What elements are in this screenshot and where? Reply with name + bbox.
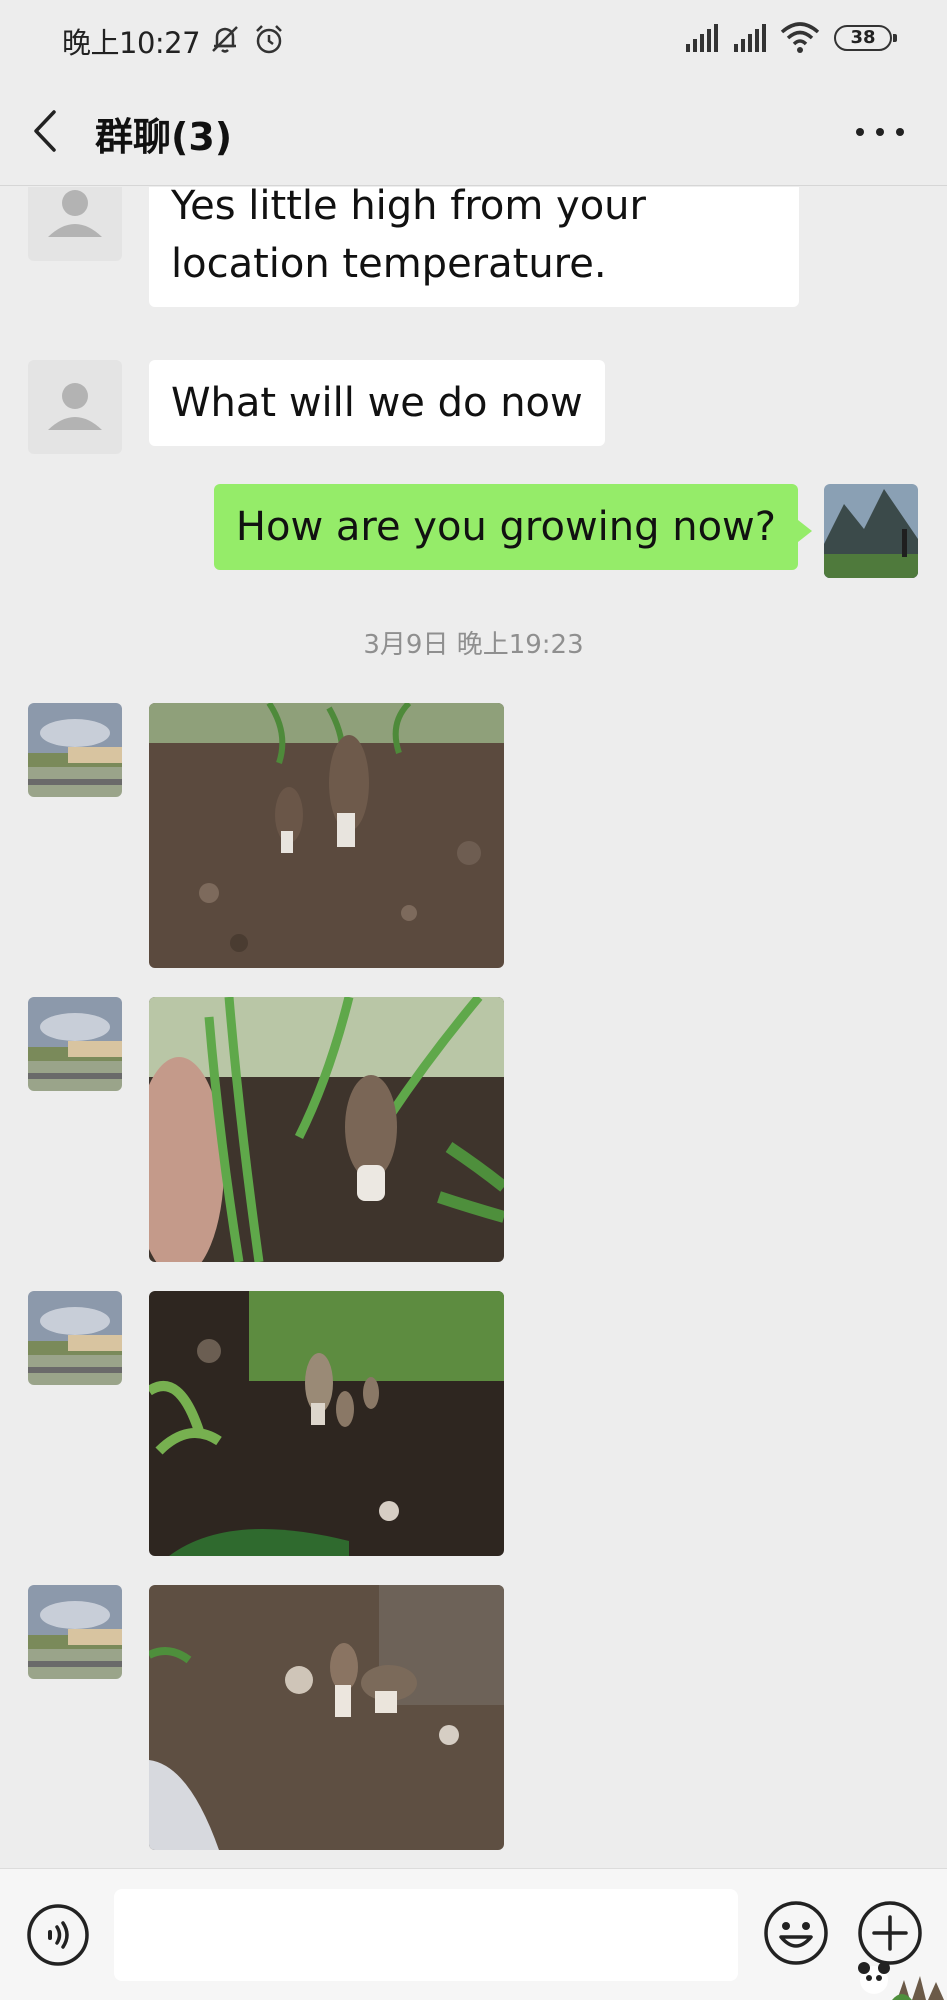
person-icon [48,190,102,237]
message-bubble-outgoing[interactable]: How are you growing now? [213,484,813,570]
message-list[interactable]: Yes little high from your location tempe… [0,187,947,1867]
message-text: What will we do now [171,380,583,426]
mushroom-photo [149,703,504,968]
message-bubble[interactable]: Yes little high from your location tempe… [149,187,799,307]
chat-title: 群聊(3) [95,115,233,159]
message-text: Yes little high from your location tempe… [171,187,646,287]
mushroom-photo [149,997,504,1262]
alarm-icon [256,25,282,54]
message-input[interactable] [114,1889,738,1981]
mute-notification-icon [212,26,238,53]
chat-header: 群聊(3) [0,78,947,186]
landscape-avatar-image [28,703,122,797]
signal-icon [686,24,718,52]
battery-icon: 38 [834,25,897,51]
mushroom-photo [149,1291,504,1556]
plus-icon[interactable] [856,1899,924,1967]
voice-icon[interactable] [26,1903,90,1967]
photo-message[interactable] [149,703,504,968]
avatar[interactable] [28,187,122,261]
photo-message[interactable] [149,1585,504,1850]
message-text: How are you growing now? [235,504,776,550]
photo-message[interactable] [149,997,504,1262]
input-bar [0,1868,947,2000]
landscape-avatar-image [824,484,918,578]
my-avatar[interactable] [824,484,918,578]
timestamp: 3月9日 晚上19:23 [363,630,584,660]
message-bubble[interactable]: What will we do now [149,360,605,446]
signal-icon [734,24,766,52]
avatar[interactable] [28,997,122,1091]
mushroom-photo [149,1585,504,1850]
landscape-avatar-image [28,997,122,1091]
status-bar: 晚上10:27 38 [0,0,947,78]
avatar[interactable] [28,1291,122,1385]
person-icon [48,383,102,430]
avatar[interactable] [28,1585,122,1679]
avatar[interactable] [28,360,122,454]
landscape-avatar-image [28,1585,122,1679]
emoji-icon[interactable] [762,1899,830,1967]
wifi-icon [780,22,820,53]
panda-sticker-icon [858,1962,944,2000]
ellipsis-icon[interactable] [852,114,908,150]
photo-message[interactable] [149,1291,504,1556]
avatar[interactable] [28,703,122,797]
status-time: 晚上10:27 [62,26,201,60]
chevron-left-icon[interactable] [26,106,66,156]
landscape-avatar-image [28,1291,122,1385]
